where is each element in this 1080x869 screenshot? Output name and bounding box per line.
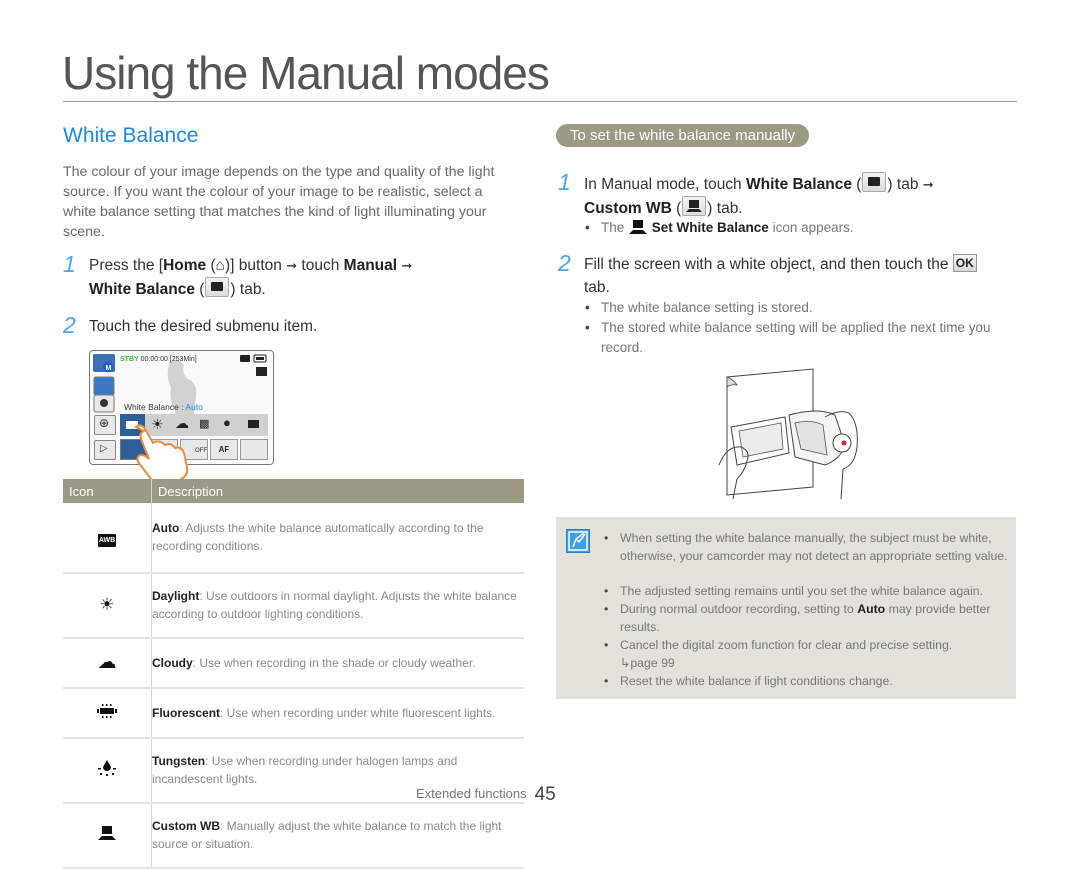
arrow-icon: ➞ — [401, 258, 413, 273]
playback-button[interactable]: ▷ — [94, 440, 116, 460]
cloudy-icon: ☁ — [97, 651, 117, 673]
table-row: Custom WB: Manually adjust the white bal… — [63, 803, 524, 869]
svg-text:M: M — [106, 365, 112, 372]
step-number: 1 — [558, 169, 571, 195]
page-reference-link[interactable]: page 99 — [630, 656, 674, 670]
right-step-1: 1 In Manual mode, touch White Balance ()… — [558, 169, 934, 218]
custom-wb-icon — [682, 196, 707, 216]
zoom-in-icon: ⊕ — [99, 416, 110, 430]
awb-icon: AWB — [98, 533, 116, 547]
camcorder-lcd-screenshot: M STBY 00:00:00 [253Min] White Balance :… — [89, 350, 274, 483]
note-item: • During normal outdoor recording, setti… — [604, 602, 991, 634]
note-item: • When setting the white balance manuall… — [604, 531, 1008, 563]
awb-icon — [862, 172, 887, 192]
home-icon: ⌂ — [215, 257, 226, 274]
af-tab[interactable]: AF — [210, 439, 238, 460]
step-number: 1 — [63, 251, 76, 277]
fluorescent-icon — [97, 703, 117, 718]
left-step-1: 1 Press the [Home (⌂)] button ➞ touch Ma… — [63, 251, 413, 299]
camcorder-illustration — [718, 368, 858, 500]
step-number: 2 — [63, 312, 76, 338]
arrow-icon: ➞ — [286, 258, 298, 273]
table-row: Fluorescent: Use when recording under wh… — [63, 688, 524, 739]
play-icon: ▷ — [100, 443, 108, 454]
note-item: • Cancel the digital zoom function for c… — [604, 638, 953, 670]
left-step-2: 2 Touch the desired submenu item. — [63, 312, 318, 338]
white-balance-table: Icon Description AWB Auto: Adjusts the w… — [63, 479, 524, 869]
table-row: ☁ Cloudy: Use when recording in the shad… — [63, 638, 524, 689]
note-item: • Reset the white balance if light condi… — [604, 674, 893, 688]
zoom-button[interactable]: ⊕ — [94, 415, 116, 435]
ok-button-icon: OK — [952, 254, 977, 272]
lcd-wb-label: White Balance : Auto — [124, 402, 203, 412]
table-row: AWB Auto: Adjusts the white balance auto… — [63, 503, 524, 574]
section-title: White Balance — [63, 124, 199, 147]
title-divider — [63, 101, 1017, 102]
note-box: • When setting the white balance manuall… — [556, 517, 1016, 699]
custom-wb-icon — [629, 220, 648, 234]
table-row: ☀ Daylight: Use outdoors in normal dayli… — [63, 573, 524, 639]
awb-icon — [205, 277, 230, 297]
page-title: Using the Manual modes — [62, 47, 550, 99]
tungsten-icon — [98, 760, 116, 776]
table-header-icon: Icon — [63, 479, 152, 503]
lcd-status: STBY 00:00:00 [253Min] — [120, 356, 197, 363]
daylight-icon: ☀ — [99, 595, 115, 614]
table-header-description: Description — [151, 479, 524, 503]
page-ref-arrow-icon: ↳ — [620, 656, 631, 670]
arrow-icon: ➞ — [922, 177, 934, 192]
right-step-2: 2 Fill the screen with a white object, a… — [558, 250, 1018, 301]
wb-option-custom[interactable] — [248, 420, 259, 428]
page-number: 45 — [534, 784, 556, 805]
note-item: • The adjusted setting remains until you… — [604, 584, 983, 598]
bullet-item: • The stored white balance setting will … — [585, 320, 991, 355]
bullet-item: • The white balance setting is stored. — [585, 300, 813, 315]
bullet-item: • The Set White Balance icon appears. — [585, 220, 854, 235]
note-pencil-icon — [566, 529, 590, 553]
wb-option-fluorescent[interactable]: ▩ — [199, 417, 209, 430]
touch-hand-icon — [134, 424, 189, 483]
subsection-title: To set the white balance manually — [556, 124, 810, 147]
step-number: 2 — [558, 250, 571, 276]
display-tab[interactable] — [240, 439, 268, 460]
page-footer: Extended functions 45 — [416, 784, 556, 806]
footer-section: Extended functions — [416, 786, 527, 801]
wb-option-tungsten[interactable]: ● — [223, 415, 231, 430]
custom-wb-icon — [98, 826, 116, 840]
intro-paragraph: The colour of your image depends on the … — [63, 164, 495, 240]
